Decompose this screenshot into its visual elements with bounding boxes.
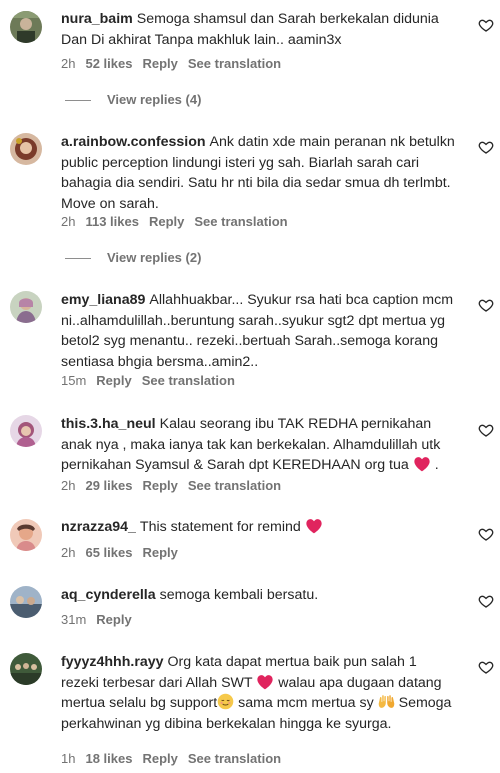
avatar[interactable]: [10, 291, 42, 323]
reply-button[interactable]: Reply: [149, 214, 184, 229]
comment-body-end: .: [434, 457, 439, 473]
red-heart-emoji-icon: [306, 519, 322, 534]
username[interactable]: fyyyz4hhh.rayy: [61, 654, 164, 670]
comment-meta: 1h 18 likes Reply See translation: [61, 751, 291, 766]
likes-count[interactable]: 52 likes: [85, 56, 132, 71]
avatar[interactable]: [10, 11, 42, 43]
username[interactable]: nzrazza94_: [61, 519, 136, 535]
like-heart-icon[interactable]: [478, 526, 494, 542]
timestamp: 2h: [61, 545, 76, 560]
comment-meta: 2h 29 likes Reply See translation: [61, 478, 291, 493]
likes-count[interactable]: 18 likes: [85, 751, 132, 766]
comment-body: semoga kembali bersatu.: [159, 587, 319, 603]
comment-meta: 2h 113 likes Reply See translation: [61, 214, 298, 229]
username[interactable]: a.rainbow.confession: [61, 134, 206, 150]
view-replies-button[interactable]: View replies (4): [65, 92, 201, 107]
like-heart-icon[interactable]: [478, 659, 494, 675]
reply-button[interactable]: Reply: [96, 612, 131, 627]
username[interactable]: nura_baim: [61, 11, 133, 27]
username[interactable]: this.3.ha_neul: [61, 416, 156, 432]
see-translation-button[interactable]: See translation: [194, 214, 287, 229]
reply-button[interactable]: Reply: [142, 751, 177, 766]
see-translation-button[interactable]: See translation: [188, 478, 281, 493]
reply-button[interactable]: Reply: [142, 545, 177, 560]
see-translation-button[interactable]: See translation: [142, 373, 235, 388]
comment-meta: 2h 65 likes Reply: [61, 545, 188, 560]
comment-text: a.rainbow.confession Ank datin xde main p…: [61, 132, 456, 214]
timestamp: 2h: [61, 214, 76, 229]
reply-button[interactable]: Reply: [96, 373, 131, 388]
comment-text: nura_baim Semoga shamsul dan Sarah berkek…: [61, 9, 456, 50]
username[interactable]: emy_liana89: [61, 292, 145, 308]
comment-meta: 15m Reply See translation: [61, 373, 245, 388]
avatar[interactable]: [10, 415, 42, 447]
like-heart-icon[interactable]: [478, 297, 494, 313]
timestamp: 2h: [61, 56, 76, 71]
like-heart-icon[interactable]: [478, 17, 494, 33]
comment-body-part: sama mcm mertua sy: [238, 695, 374, 711]
avatar[interactable]: [10, 653, 42, 685]
timestamp: 1h: [61, 751, 76, 766]
comment-text: aq_cynderella semoga kembali bersatu.: [61, 585, 456, 606]
comment-meta: 31m Reply: [61, 612, 142, 627]
username[interactable]: aq_cynderella: [61, 587, 156, 603]
see-translation-button[interactable]: See translation: [188, 56, 281, 71]
comment-text: nzrazza94_ This statement for remind: [61, 517, 456, 538]
timestamp: 15m: [61, 373, 87, 388]
comment-text: this.3.ha_neul Kalau seorang ibu TAK REDH…: [61, 414, 456, 476]
comment-text: fyyyz4hhh.rayy Org kata dapat mertua baik…: [61, 652, 456, 734]
like-heart-icon[interactable]: [478, 593, 494, 609]
red-heart-emoji-icon: [414, 457, 430, 472]
open-hands-emoji-icon: [378, 695, 394, 708]
divider: [65, 100, 91, 102]
likes-count[interactable]: 65 likes: [85, 545, 132, 560]
avatar[interactable]: [10, 586, 42, 618]
red-heart-emoji-icon: [257, 674, 273, 689]
comment-body: This statement for remind: [139, 519, 301, 535]
avatar[interactable]: [10, 133, 42, 165]
timestamp: 31m: [61, 612, 87, 627]
reply-button[interactable]: Reply: [142, 56, 177, 71]
timestamp: 2h: [61, 478, 76, 493]
view-replies-label: View replies (4): [107, 92, 202, 107]
view-replies-label: View replies (2): [107, 250, 202, 265]
divider: [65, 258, 91, 260]
likes-count[interactable]: 29 likes: [85, 478, 132, 493]
likes-count[interactable]: 113 likes: [85, 214, 139, 229]
view-replies-button[interactable]: View replies (2): [65, 250, 201, 265]
reply-button[interactable]: Reply: [142, 478, 177, 493]
avatar[interactable]: [10, 519, 42, 551]
comment-text: emy_liana89 Allahhuakbar... Syukur rsa ha…: [61, 290, 456, 372]
comment-meta: 2h 52 likes Reply See translation: [61, 56, 291, 71]
like-heart-icon[interactable]: [478, 422, 494, 438]
see-translation-button[interactable]: See translation: [188, 751, 281, 766]
like-heart-icon[interactable]: [478, 139, 494, 155]
relieved-face-emoji-icon: [217, 693, 234, 710]
